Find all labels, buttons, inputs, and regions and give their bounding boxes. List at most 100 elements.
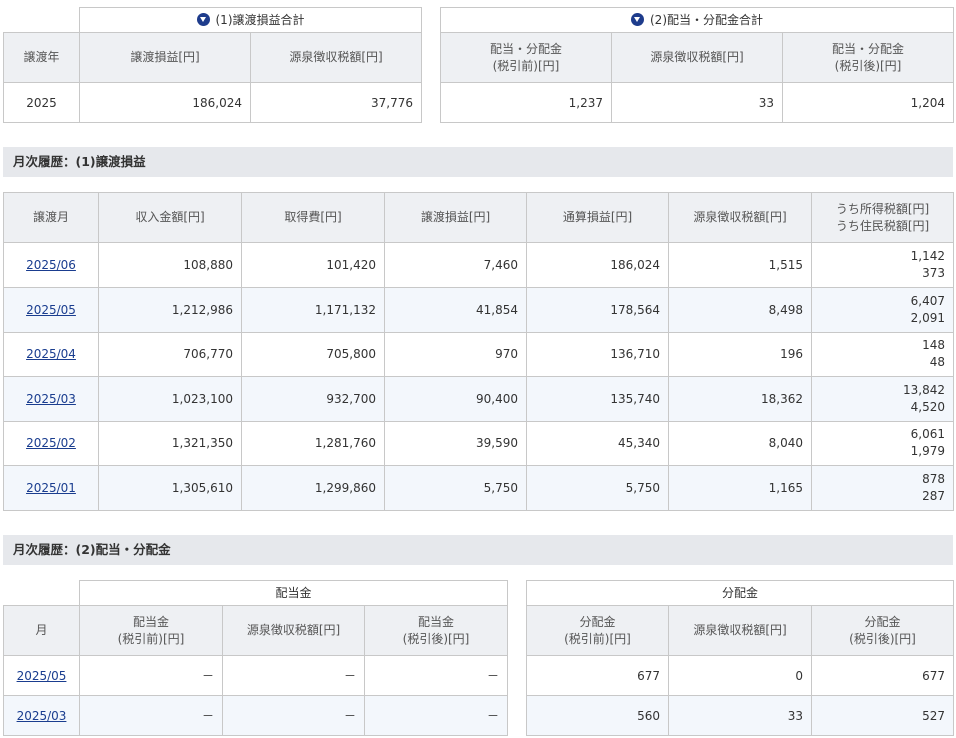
month-link[interactable]: 2025/05 bbox=[17, 669, 67, 683]
cell-income: 706,770 bbox=[98, 331, 242, 377]
section-title-monthly-dividend: 月次履歴：(2)配当・分配金 bbox=[3, 535, 953, 565]
income-tax-value: 1,142 bbox=[910, 249, 945, 263]
header-tax: 源泉徴収税額[円] bbox=[668, 192, 812, 243]
header-cost: 取得費[円] bbox=[241, 192, 385, 243]
cell-income: 1,321,350 bbox=[98, 420, 242, 466]
cell-tax: 1,165 bbox=[668, 465, 812, 511]
header-month: 月 bbox=[3, 605, 80, 656]
resident-tax-value: 287 bbox=[922, 488, 945, 503]
resident-tax-value: 48 bbox=[929, 355, 945, 370]
transfer-summary-table: (1)譲渡損益合計 譲渡年 譲渡損益[円] 源泉徴収税額[円] 2025 186… bbox=[3, 7, 422, 123]
cell-tax: 8,040 bbox=[668, 420, 812, 466]
cell-tax-breakdown: 1,142 373 bbox=[811, 242, 954, 288]
cell-dist-pre: 560 bbox=[526, 695, 669, 736]
header-gain: 譲渡損益[円] bbox=[384, 192, 527, 243]
month-link[interactable]: 2025/06 bbox=[26, 258, 76, 272]
header-year: 譲渡年 bbox=[3, 32, 80, 83]
cell-cumulative: 178,564 bbox=[526, 287, 669, 333]
header-dividend-pre: 配当・分配金 (税引前)[円] bbox=[440, 32, 612, 83]
section-title-monthly-transfer: 月次履歴：(1)譲渡損益 bbox=[3, 147, 953, 177]
cell-dist-pre: 677 bbox=[526, 655, 669, 696]
cell-gain: 41,854 bbox=[384, 287, 527, 333]
month-link[interactable]: 2025/01 bbox=[26, 481, 76, 495]
header-dividend-post: 配当・分配金 (税引後)[円] bbox=[781, 32, 955, 83]
cell-cost: 101,420 bbox=[241, 242, 385, 288]
header-dividend-tax: 源泉徴収税額[円] bbox=[611, 32, 783, 83]
monthly-transfer-table: 譲渡月 収入金額[円] 取得費[円] 譲渡損益[円] 通算損益[円] 源泉徴収税… bbox=[3, 192, 954, 511]
cell-div-tax: － bbox=[222, 695, 365, 736]
table-row: 2025/05 －－－ bbox=[3, 655, 509, 696]
cell-gain: 186,024 bbox=[79, 82, 251, 123]
monthly-distribution-table: 分配金 分配金 (税引前)[円] 源泉徴収税額[円] 分配金 (税引後)[円] 67… bbox=[525, 580, 955, 736]
table-row: 2025/06 108,880 101,420 7,460 186,024 1,515 1,… bbox=[3, 242, 954, 288]
cell-div-post: － bbox=[363, 655, 509, 696]
cell-tax-breakdown: 6,061 1,979 bbox=[811, 420, 954, 466]
header-month: 譲渡月 bbox=[3, 192, 99, 243]
month-link[interactable]: 2025/02 bbox=[26, 436, 76, 450]
table-row: 2025/03 －－－ bbox=[3, 695, 509, 736]
header-tax: 源泉徴収税額[円] bbox=[250, 32, 422, 83]
cell-dist-tax: 33 bbox=[668, 695, 812, 736]
month-link[interactable]: 2025/04 bbox=[26, 347, 76, 361]
cell-dist-tax: 0 bbox=[668, 655, 812, 696]
income-tax-value: 878 bbox=[922, 471, 945, 486]
income-tax-value: 13,842 bbox=[903, 382, 945, 397]
table-row: 2025/05 1,212,986 1,171,132 41,854 178,564 8,… bbox=[3, 287, 954, 333]
table-row: 2025/01 1,305,610 1,299,860 5,750 5,750 1,165… bbox=[3, 465, 954, 511]
cell-tax: 18,362 bbox=[668, 376, 812, 422]
cell-tax: 8,498 bbox=[668, 287, 812, 333]
chevron-down-icon[interactable] bbox=[631, 12, 644, 26]
month-cell: 2025/03 bbox=[3, 376, 99, 422]
resident-tax-value: 1,979 bbox=[910, 444, 945, 459]
table-row: 2025/04 706,770 705,800 970 136,710 196 148 48 bbox=[3, 331, 954, 377]
month-link[interactable]: 2025/03 bbox=[17, 709, 67, 723]
monthly-dividend-table: 配当金 月 配当金 (税引前)[円] 源泉徴収税額[円] 配当金 (税引後)[円] … bbox=[3, 580, 509, 736]
income-tax-value: 6,061 bbox=[910, 427, 945, 442]
cell-year: 2025 bbox=[3, 82, 80, 123]
table-row: 2025/03 1,023,100 932,700 90,400 135,740 18,3… bbox=[3, 376, 954, 422]
month-cell: 2025/04 bbox=[3, 331, 99, 377]
cell-gain: 970 bbox=[384, 331, 527, 377]
cell-tax-breakdown: 148 48 bbox=[811, 331, 954, 377]
cell-income: 1,212,986 bbox=[98, 287, 242, 333]
month-link[interactable]: 2025/03 bbox=[26, 392, 76, 406]
cell-gain: 7,460 bbox=[384, 242, 527, 288]
month-cell: 2025/03 bbox=[3, 695, 80, 736]
header-dist-post: 分配金 (税引後)[円] bbox=[810, 605, 955, 656]
header-div-pre: 配当金 (税引前)[円] bbox=[79, 605, 223, 656]
cell-gain: 5,750 bbox=[384, 465, 527, 511]
month-cell: 2025/05 bbox=[3, 655, 80, 696]
resident-tax-value: 2,091 bbox=[910, 310, 945, 325]
month-link[interactable]: 2025/05 bbox=[26, 303, 76, 317]
transfer-summary-title[interactable]: (1)譲渡損益合計 bbox=[79, 7, 422, 33]
cell-dist-post: 527 bbox=[810, 695, 955, 736]
cell-cost: 1,171,132 bbox=[241, 287, 385, 333]
resident-tax-value: 373 bbox=[922, 266, 945, 280]
cell-dist-post: 677 bbox=[810, 655, 955, 696]
header-income: 収入金額[円] bbox=[98, 192, 242, 243]
table-row: 560 33 527 bbox=[526, 695, 955, 736]
dividend-summary-title[interactable]: (2)配当・分配金合計 bbox=[439, 7, 955, 33]
month-cell: 2025/01 bbox=[3, 465, 99, 511]
cell-div-tax: － bbox=[222, 655, 365, 696]
cell-tax: 37,776 bbox=[250, 82, 422, 123]
cell-gain: 39,590 bbox=[384, 420, 527, 466]
income-tax-value: 148 bbox=[922, 338, 945, 353]
header-div-tax: 源泉徴収税額[円] bbox=[222, 605, 365, 656]
table-row: 677 0 677 bbox=[526, 655, 955, 696]
header-cumulative: 通算損益[円] bbox=[526, 192, 669, 243]
dividend-summary-table: (2)配当・分配金合計 配当・分配金 (税引前)[円] 源泉徴収税額[円] 配当・… bbox=[439, 7, 955, 123]
income-tax-value: 6,407 bbox=[910, 293, 945, 308]
cell-dividend-tax: 33 bbox=[611, 82, 783, 123]
cell-dividend-pre: 1,237 bbox=[440, 82, 612, 123]
month-cell: 2025/06 bbox=[3, 242, 99, 288]
cell-cumulative: 135,740 bbox=[526, 376, 669, 422]
cell-tax: 1,515 bbox=[668, 242, 812, 288]
header-div-post: 配当金 (税引後)[円] bbox=[363, 605, 509, 656]
header-tax-breakdown: うち所得税額[円] うち住民税額[円] bbox=[811, 192, 954, 243]
cell-income: 1,305,610 bbox=[98, 465, 242, 511]
group-dividend: 配当金 bbox=[78, 580, 509, 606]
chevron-down-icon[interactable] bbox=[196, 12, 210, 26]
cell-div-post: － bbox=[363, 695, 509, 736]
cell-cumulative: 45,340 bbox=[526, 420, 669, 466]
